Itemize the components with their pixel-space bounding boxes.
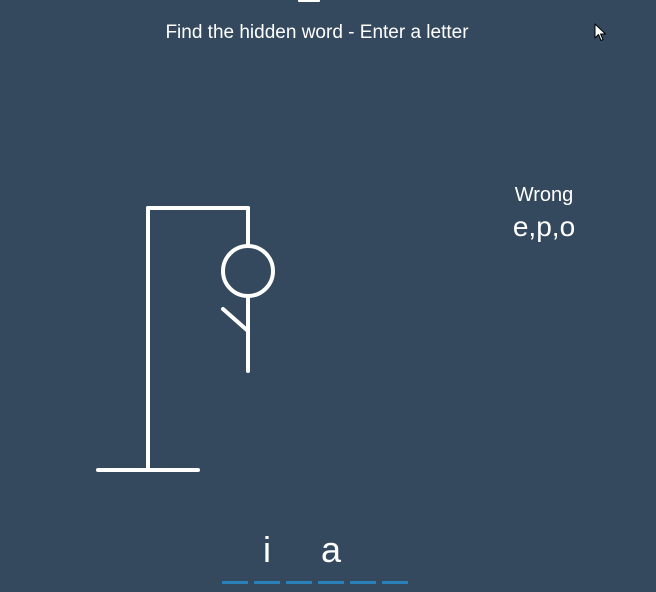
slot-underline — [222, 581, 248, 584]
letter-slot — [350, 528, 376, 584]
slot-letter: a — [320, 529, 342, 570]
letter-slot — [222, 528, 248, 584]
hangman-head — [221, 244, 275, 298]
wrong-guesses-panel: Wrong e,p,o — [484, 183, 604, 243]
wrong-letters: e,p,o — [512, 211, 576, 242]
slot-underline — [350, 581, 376, 584]
letter-slot: a — [318, 528, 344, 584]
slot-letter: i — [263, 529, 271, 570]
hidden-word: i a — [222, 528, 408, 584]
slot-underline — [382, 581, 408, 584]
hangman-drawing — [96, 206, 275, 472]
letter-slot: i — [254, 528, 280, 584]
letter-slot — [286, 528, 312, 584]
letter-slot — [382, 528, 408, 584]
slot-underline — [286, 581, 312, 584]
hangman-left-arm — [221, 307, 250, 333]
slot-underline — [318, 581, 344, 584]
wrong-title: Wrong — [514, 184, 574, 206]
slot-underline — [254, 581, 280, 584]
